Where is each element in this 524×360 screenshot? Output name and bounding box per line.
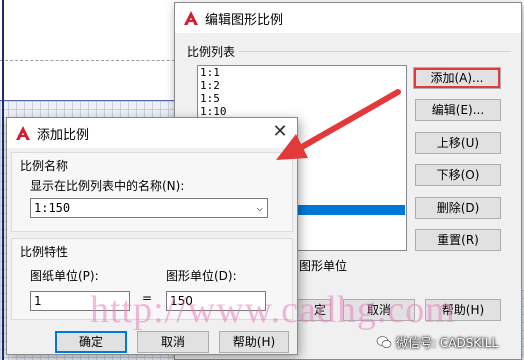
edit-scale-button[interactable]: 编辑(E)... bbox=[415, 99, 501, 121]
add-dialog-titlebar[interactable]: 添加比例 ✕ bbox=[7, 118, 297, 148]
paper-units-label: 图纸单位(P): bbox=[30, 269, 99, 283]
wechat-icon bbox=[376, 336, 392, 348]
list-item[interactable]: 1:2 bbox=[198, 79, 406, 92]
move-up-button[interactable]: 上移(U) bbox=[415, 132, 501, 154]
list-item[interactable]: 1:1 bbox=[198, 66, 406, 79]
scale-name-group: 比例名称 显示在比例列表中的名称(N): 1:150 ⌵ bbox=[11, 152, 293, 232]
drawing-units-label: 图形单位(D): bbox=[166, 269, 237, 283]
add-dialog-title: 添加比例 bbox=[37, 127, 90, 143]
edit-dialog-title: 编辑图形比例 bbox=[205, 12, 284, 28]
scale-name-group-label: 比例名称 bbox=[20, 159, 69, 173]
chevron-down-icon[interactable]: ⌵ bbox=[256, 199, 263, 217]
dashed-viewport-edge bbox=[0, 60, 200, 61]
watermark-text: http://www.cadhg.com bbox=[90, 289, 456, 331]
scale-name-value: 1:150 bbox=[34, 201, 71, 215]
group-divider bbox=[239, 51, 511, 52]
ok-button[interactable]: 确定 bbox=[55, 331, 127, 353]
help-button[interactable]: 帮助(H) bbox=[219, 331, 289, 353]
edit-dialog-titlebar[interactable]: 编辑图形比例 bbox=[175, 3, 521, 33]
reset-button[interactable]: 重置(R) bbox=[415, 229, 501, 251]
autocad-logo-icon bbox=[184, 11, 198, 25]
autocad-logo-icon bbox=[16, 126, 30, 140]
border-line bbox=[2, 0, 4, 360]
wechat-badge: 微信号: CADSKILL bbox=[376, 331, 498, 353]
scale-name-combobox[interactable]: 1:150 ⌵ bbox=[30, 198, 268, 218]
cancel-button[interactable]: 取消 bbox=[137, 331, 209, 353]
name-field-label: 显示在比例列表中的名称(N): bbox=[30, 179, 185, 193]
list-item[interactable]: 1:5 bbox=[198, 92, 406, 105]
close-icon[interactable]: ✕ bbox=[271, 123, 289, 141]
scale-list-label: 比例列表 bbox=[187, 45, 236, 59]
wechat-label: 微信号: CADSKILL bbox=[396, 335, 499, 350]
drawing-units-label-partial: 图形单位 bbox=[299, 259, 348, 273]
delete-button[interactable]: 删除(D) bbox=[415, 197, 501, 219]
scale-properties-group-label: 比例特性 bbox=[20, 245, 69, 259]
move-down-button[interactable]: 下移(O) bbox=[415, 164, 501, 186]
add-scale-button[interactable]: 添加(A)... bbox=[413, 67, 501, 89]
